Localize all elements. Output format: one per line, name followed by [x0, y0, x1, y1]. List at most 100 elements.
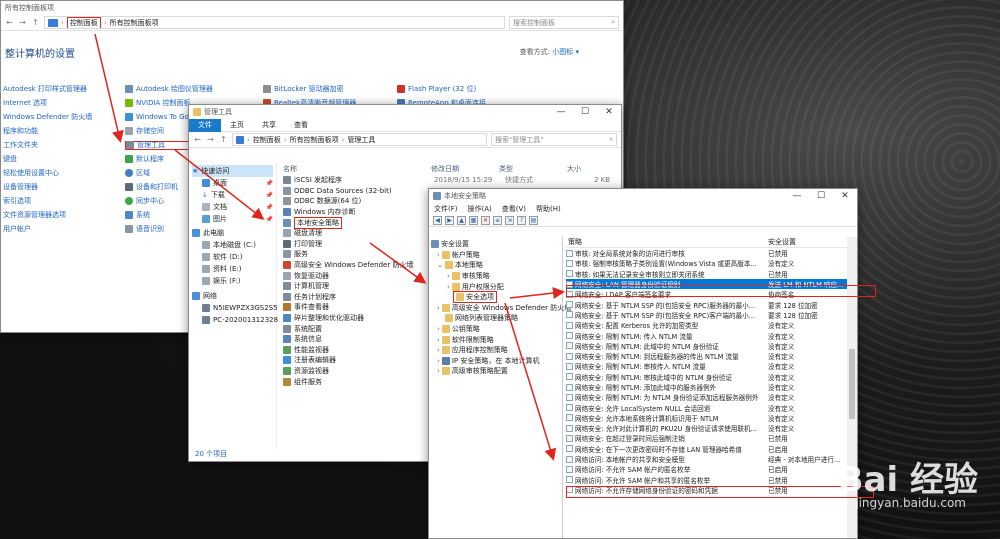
cp-item[interactable]: Autodesk 打印样式管理器 — [3, 85, 92, 94]
tree-item-security-options[interactable]: 安全选项 — [431, 291, 560, 304]
policy-row[interactable]: 网络安全: 在下一次更改密码时不存储 LAN 管理器哈希值 已启用 — [566, 444, 847, 454]
show-tree-icon[interactable]: ▦ — [469, 215, 478, 225]
export-icon[interactable]: ⇲ — [505, 215, 514, 225]
delete-icon[interactable]: ✕ — [481, 215, 490, 225]
policy-row[interactable]: 网络安全: 限制 NTLM: 添加此域中的服务器例外 没有定义 — [566, 382, 847, 392]
cp-item[interactable]: 文件资源管理器选项 — [3, 211, 92, 220]
breadcrumb-item[interactable]: 管理工具 — [347, 135, 375, 145]
cp-item[interactable]: 程序和功能 — [3, 127, 92, 136]
help-icon[interactable]: ? — [517, 215, 526, 225]
col-setting[interactable]: 安全设置 — [764, 237, 796, 247]
tree-item[interactable]: ⌄ 本地策略 — [431, 260, 560, 271]
forward-icon[interactable]: → — [18, 18, 27, 27]
cp-item[interactable]: Internet 选项 — [3, 99, 92, 108]
nav-downloads[interactable]: ↓ 下载 📌 — [192, 189, 273, 201]
forward-icon[interactable]: → — [206, 135, 215, 144]
cp-item[interactable]: Autodesk 绘图仪管理器 — [125, 85, 213, 94]
cp-item[interactable]: BitLocker 驱动器加密 — [263, 85, 356, 94]
tree-item[interactable]: › 高级审核策略配置 — [431, 366, 560, 377]
policy-row[interactable]: 网络安全: 限制 NTLM: 传入 NTLM 流量 没有定义 — [566, 330, 847, 341]
cp-item[interactable]: 轻松使用设置中心 — [3, 169, 92, 178]
view-by-dropdown[interactable]: 小图标 ▾ — [552, 48, 579, 56]
policy-row[interactable]: 网络安全: 允许本地系统将计算机标识用于 NTLM 没有定义 — [566, 413, 847, 423]
tree-item[interactable]: 安全设置 — [431, 239, 560, 250]
cp-breadcrumb[interactable]: › 控制面板 › 所有控制面板项 — [44, 16, 505, 29]
policy-row[interactable]: 网络访问: 不允许 SAM 帐户的匿名枚举 已启用 — [566, 464, 847, 474]
col-date[interactable]: 修改日期 — [431, 164, 499, 174]
nav-documents[interactable]: 文档 📌 — [192, 201, 273, 213]
policy-row[interactable]: 审核: 对全局系统对象的访问进行审核 已禁用 — [566, 248, 847, 258]
tree-item[interactable]: › IP 安全策略，在 本地计算机 — [431, 356, 560, 367]
col-name[interactable]: 名称 — [283, 164, 431, 174]
col-size[interactable]: 大小 — [567, 164, 581, 174]
maximize-icon[interactable]: ☐ — [573, 107, 597, 117]
policy-row[interactable]: 网络访问: 不允许 SAM 帐户和共享的匿名枚举 已禁用 — [566, 475, 847, 485]
up-icon[interactable]: ↑ — [31, 18, 40, 27]
tree-item[interactable]: › 高级安全 Windows Defender 防火墙 — [431, 303, 571, 314]
nav-quick-access[interactable]: ★ 快速访问 — [192, 165, 273, 177]
policy-row[interactable]: 网络安全: 允许 LocalSystem NULL 会话回退 没有定义 — [566, 402, 847, 413]
breadcrumb-item[interactable]: 控制面板 — [253, 135, 281, 145]
tree-item[interactable]: › 审核策略 — [431, 271, 560, 282]
tree-item[interactable]: › 公钥策略 — [431, 324, 560, 335]
policy-row[interactable]: 审核: 如果无法记录安全审核则立即关闭系统 已禁用 — [566, 269, 847, 279]
menu-help[interactable]: 帮助(H) — [536, 204, 561, 214]
tree-item[interactable]: › 应用程序控制策略 — [431, 345, 560, 356]
breadcrumb-item[interactable]: 所有控制面板项 — [290, 135, 339, 145]
policy-row[interactable]: 网络安全: 配置 Kerberos 允许的加密类型 没有定义 — [566, 320, 847, 330]
breadcrumb-control-panel[interactable]: 控制面板 — [66, 17, 101, 28]
col-type[interactable]: 类型 — [499, 164, 567, 174]
policy-row[interactable]: 网络安全: 限制 NTLM: 到远程服务器的传出 NTLM 流量 没有定义 — [566, 351, 847, 361]
list-view-icon[interactable]: ▤ — [529, 215, 538, 225]
file-item[interactable]: iSCSI 发起程序 2018/9/15 15:29 快捷方式 2 KB — [283, 175, 621, 186]
col-policy[interactable]: 策略 — [566, 237, 764, 247]
nav-this-pc[interactable]: 此电脑 — [192, 227, 273, 239]
policy-row[interactable]: 网络安全: 限制 NTLM: 审核传入 NTLM 流量 没有定义 — [566, 361, 847, 371]
cp-item[interactable]: 设备管理器 — [3, 183, 92, 192]
cp-item[interactable]: 用户帐户 — [3, 225, 92, 234]
nav-pictures[interactable]: 图片 📌 — [192, 213, 273, 225]
nav-desktop[interactable]: 桌面 📌 — [192, 177, 273, 189]
at-search-input[interactable]: 搜索"管理工具" ⌕ — [491, 133, 617, 146]
ribbon-tab-home[interactable]: 主页 — [221, 119, 253, 132]
ribbon-tab-file[interactable]: 文件 — [189, 118, 221, 132]
up-icon[interactable]: ↑ — [219, 135, 228, 144]
nav-network[interactable]: 网络 — [192, 290, 273, 302]
cp-item[interactable]: Windows Defender 防火墙 — [3, 113, 92, 122]
at-breadcrumb[interactable]: › 控制面板 › 所有控制面板项 › 管理工具 — [232, 133, 487, 146]
policy-row[interactable]: 网络安全: 限制 NTLM: 为 NTLM 身份验证添加远程服务器例外 没有定义 — [566, 392, 847, 402]
cp-search-input[interactable]: 搜索控制面板 ⌕ — [509, 16, 619, 29]
cp-item[interactable]: Flash Player (32 位) — [397, 85, 486, 94]
ribbon-tab-share[interactable]: 共享 — [253, 119, 285, 132]
minimize-icon[interactable]: — — [549, 107, 573, 117]
back-icon[interactable]: ◀ — [433, 215, 442, 225]
nav-network-pc[interactable]: PC-202001312328 — [192, 314, 278, 326]
policy-row[interactable]: 网络安全: 在超过登录时间后强制注销 已禁用 — [566, 433, 847, 443]
nav-drive-c[interactable]: 本地磁盘 (C:) — [192, 239, 273, 251]
policy-row[interactable]: 网络安全: 基于 NTLM SSP 的(包括安全 RPC)服务器的最小... 要求… — [566, 299, 847, 310]
maximize-icon[interactable]: ☐ — [809, 191, 833, 201]
forward-icon[interactable]: ▶ — [445, 215, 454, 225]
nav-network-pc[interactable]: N5IEWPZX3GS2S5 — [192, 302, 278, 314]
policy-row[interactable]: 网络安全: 限制 NTLM: 此域中的 NTLM 身份验证 没有定义 — [566, 341, 847, 351]
back-icon[interactable]: ← — [193, 135, 202, 144]
tree-item[interactable]: › 帐户策略 — [431, 250, 560, 261]
policy-row[interactable]: 网络访问: 本地帐户的共享和安全模型 经典 - 对本地用户进行... — [566, 454, 847, 464]
scroll-thumb[interactable] — [849, 349, 855, 419]
close-icon[interactable]: ✕ — [597, 107, 621, 117]
cp-item[interactable]: 索引选项 — [3, 197, 92, 206]
menu-action[interactable]: 操作(A) — [468, 204, 492, 214]
policy-row[interactable]: 网络安全: 基于 NTLM SSP 的(包括安全 RPC)客户端的最小... 要求… — [566, 310, 847, 320]
cp-item[interactable]: 工作文件夹 — [3, 141, 92, 150]
policy-row[interactable]: 审核: 强制审核策略子类别设置(Windows Vista 或更高版本... 没有… — [566, 258, 847, 268]
ribbon-tab-view[interactable]: 查看 — [285, 119, 317, 132]
minimize-icon[interactable]: — — [785, 191, 809, 201]
breadcrumb-all-items[interactable]: 所有控制面板项 — [110, 18, 159, 28]
close-icon[interactable]: ✕ — [833, 191, 857, 201]
nav-drive-d[interactable]: 软件 (D:) — [192, 251, 273, 263]
menu-file[interactable]: 文件(F) — [434, 204, 458, 214]
up-folder-icon[interactable]: ▲ — [457, 215, 466, 225]
menu-view[interactable]: 查看(V) — [502, 204, 526, 214]
nav-drive-f[interactable]: 娱乐 (F:) — [192, 275, 273, 287]
nav-drive-e[interactable]: 资料 (E:) — [192, 263, 273, 275]
